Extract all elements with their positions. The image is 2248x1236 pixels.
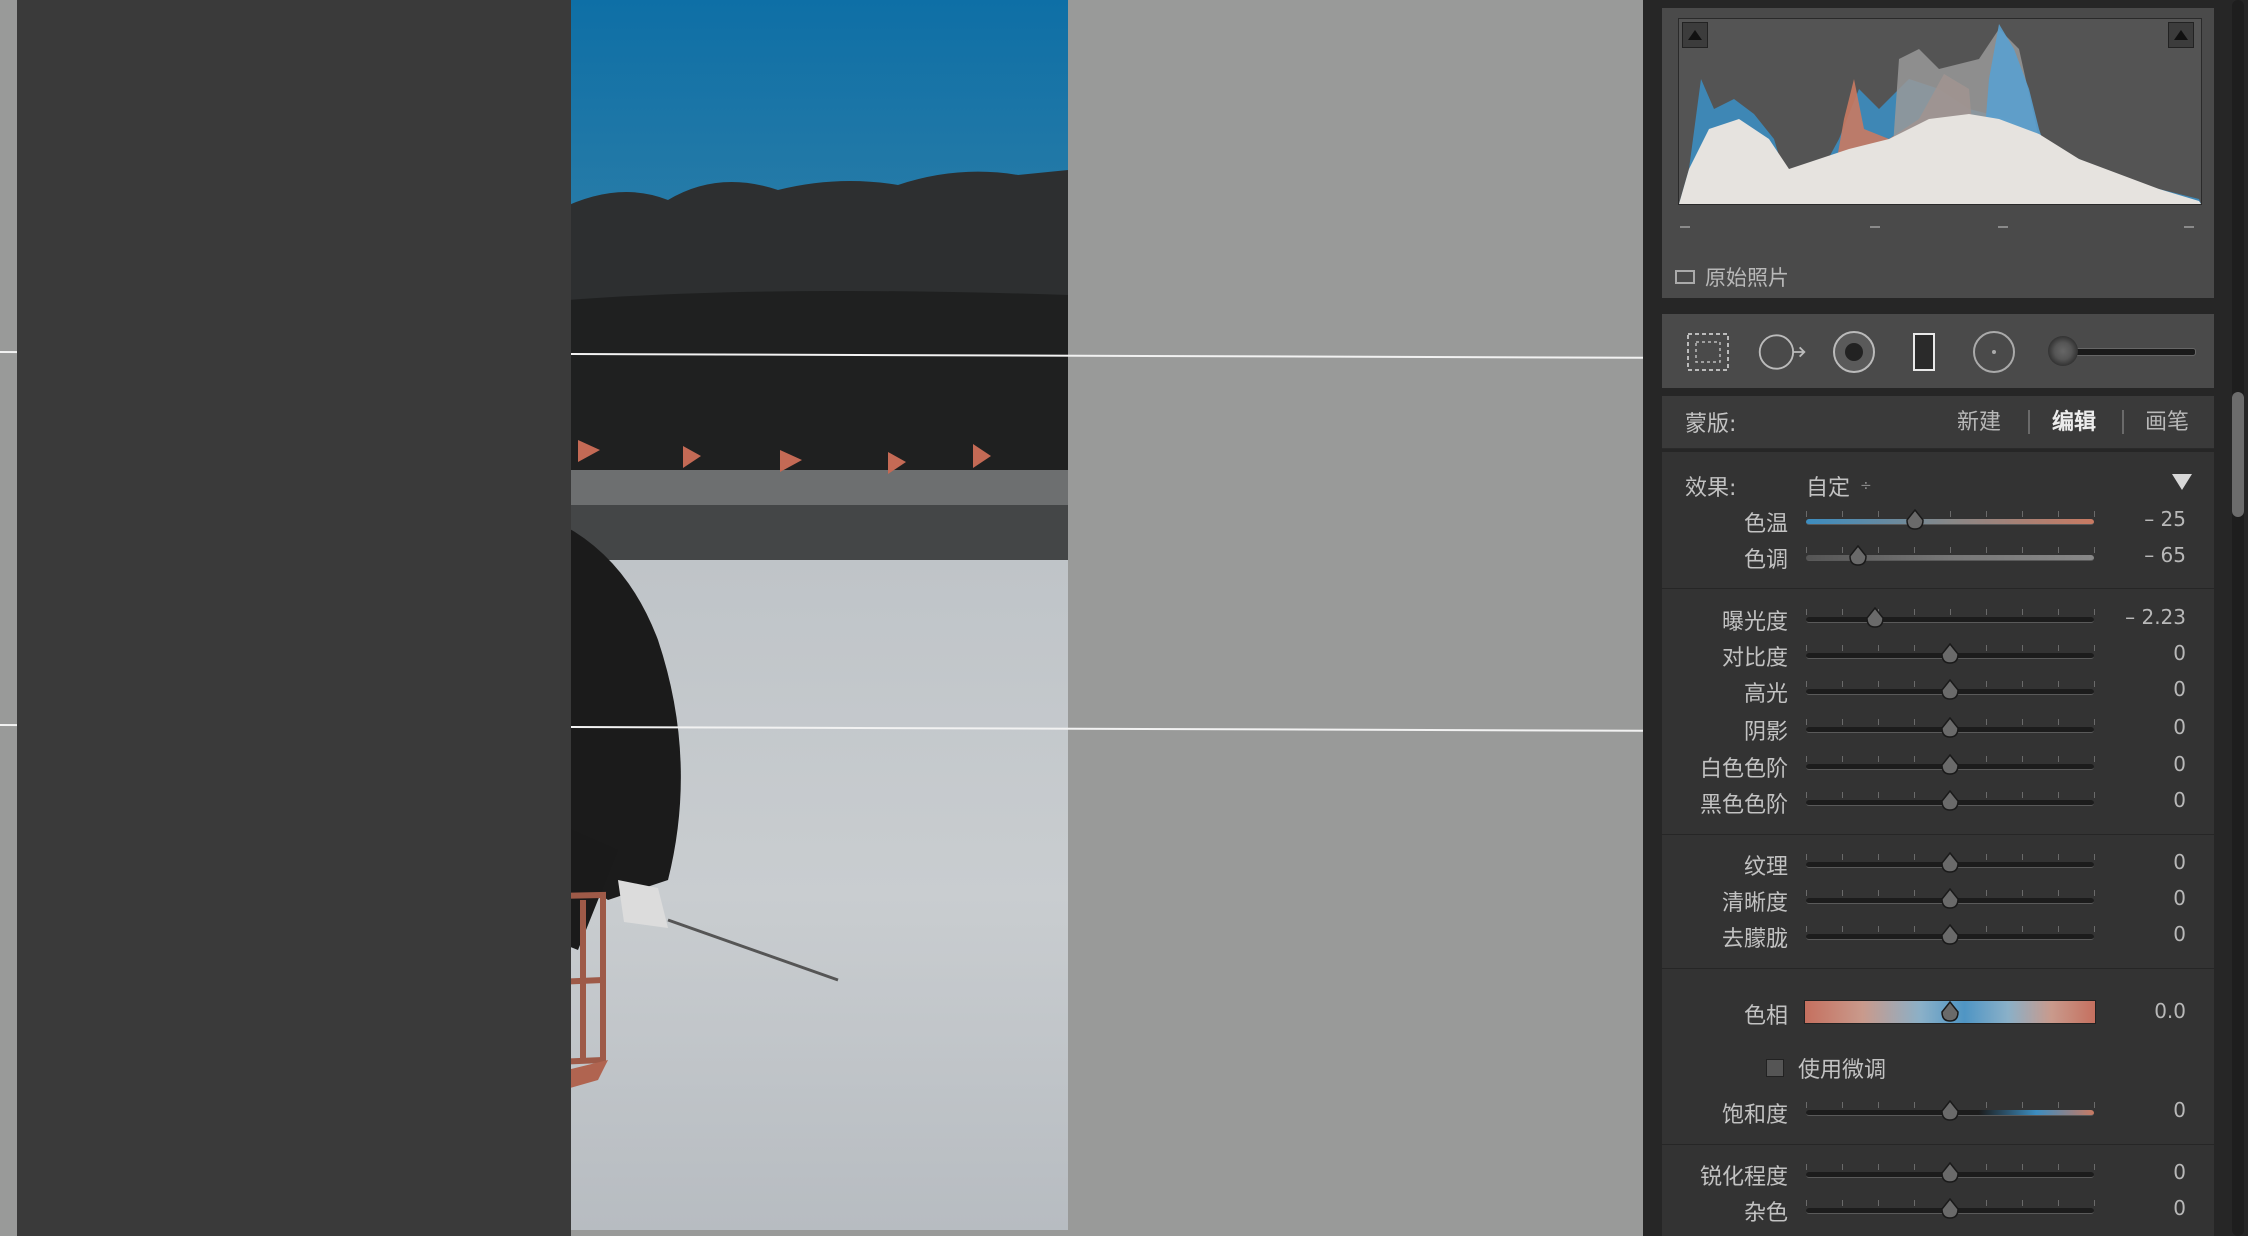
section-divider xyxy=(1662,588,2214,589)
contrast-label: 对比度 xyxy=(1721,646,1788,671)
crop-overlay-icon xyxy=(1687,333,1729,371)
shadow-clipping-button[interactable] xyxy=(1682,22,1708,48)
whites-label: 白色色阶 xyxy=(1699,757,1788,782)
red-eye-tool[interactable] xyxy=(1828,326,1880,378)
radial-filter-icon xyxy=(1973,331,2015,373)
exposure-label: 曝光度 xyxy=(1721,610,1788,635)
temp-slider-track[interactable] xyxy=(1806,519,2094,525)
histogram[interactable] xyxy=(1678,18,2202,205)
highlights-slider-knob[interactable] xyxy=(1940,679,1960,701)
spot-removal-tool[interactable] xyxy=(1756,326,1808,378)
exposure-slider-knob[interactable] xyxy=(1865,607,1885,629)
blacks-slider-knob[interactable] xyxy=(1940,790,1960,812)
dehaze-value[interactable]: 0 xyxy=(2086,922,2186,946)
fine-tune-checkbox[interactable] xyxy=(1766,1059,1784,1077)
radial-filter-tool[interactable] xyxy=(1968,326,2020,378)
mask-brush-button[interactable]: 画笔 xyxy=(2145,404,2189,436)
mask-new-button[interactable]: 新建 xyxy=(1957,404,2001,436)
whites-slider-knob[interactable] xyxy=(1940,754,1960,776)
clarity-slider-knob[interactable] xyxy=(1940,888,1960,910)
saturation-slider-knob[interactable] xyxy=(1940,1100,1960,1122)
panel-scrollbar[interactable] xyxy=(2232,0,2244,1236)
graduated-filter-tool[interactable] xyxy=(1898,326,1950,378)
saturation-label: 饱和度 xyxy=(1721,1103,1788,1128)
noise-label: 杂色 xyxy=(1743,1201,1788,1226)
highlights-value[interactable]: 0 xyxy=(2086,677,2186,701)
exposure-slider-ticks xyxy=(1806,609,2095,615)
tint-label: 色调 xyxy=(1743,548,1788,573)
sharpness-label: 锐化程度 xyxy=(1699,1165,1788,1190)
dehaze-label: 去朦胧 xyxy=(1721,927,1788,952)
effect-label: 效果: xyxy=(1685,476,1737,501)
sharpness-slider-knob[interactable] xyxy=(1940,1162,1960,1184)
shadows-slider-knob[interactable] xyxy=(1940,717,1960,739)
brush-size-slider-track[interactable] xyxy=(2064,348,2196,356)
shadows-value[interactable]: 0 xyxy=(2086,715,2186,739)
fine-tune-toggle[interactable]: 使用微调 xyxy=(1766,1052,1886,1084)
temp-label: 色温 xyxy=(1743,512,1788,537)
texture-slider-knob[interactable] xyxy=(1940,852,1960,874)
exposure-value[interactable]: – 2.23 xyxy=(2086,605,2186,629)
blacks-label: 黑色色阶 xyxy=(1699,793,1788,818)
fine-tune-label: 使用微调 xyxy=(1798,1058,1887,1083)
histogram-tick xyxy=(1998,226,2008,228)
brush-size-slider-knob[interactable] xyxy=(2048,336,2078,366)
effect-preset-stepper-icon: ÷ xyxy=(1860,478,1872,494)
histogram-tick xyxy=(1680,226,1690,228)
clarity-value[interactable]: 0 xyxy=(2086,886,2186,910)
red-eye-icon xyxy=(1833,331,1875,373)
original-photo-label: 原始照片 xyxy=(1705,266,1789,290)
noise-slider-knob[interactable] xyxy=(1940,1198,1960,1220)
exposure-slider-track[interactable] xyxy=(1806,617,2094,623)
develop-panel-body xyxy=(17,0,571,1236)
histogram-tick xyxy=(1870,226,1880,228)
collapse-arrow-icon[interactable] xyxy=(2172,474,2192,490)
original-photo-toggle[interactable]: 原始照片 xyxy=(1675,262,1789,292)
tint-slider-knob[interactable] xyxy=(1848,545,1868,567)
noise-value[interactable]: 0 xyxy=(2086,1196,2186,1220)
panel-scrollbar-thumb[interactable] xyxy=(2232,392,2244,517)
effect-preset-value: 自定 xyxy=(1806,476,1851,501)
mask-header xyxy=(1662,396,2214,449)
mask-separator xyxy=(2028,410,2030,434)
contrast-value[interactable]: 0 xyxy=(2086,641,2186,665)
whites-value[interactable]: 0 xyxy=(2086,752,2186,776)
mask-separator xyxy=(2122,410,2124,434)
spot-removal-icon xyxy=(1758,334,1806,370)
graduated-filter-icon xyxy=(1913,333,1935,371)
hue-label: 色相 xyxy=(1743,1004,1788,1029)
section-divider xyxy=(1662,968,2214,969)
contrast-slider-knob[interactable] xyxy=(1940,643,1960,665)
saturation-value[interactable]: 0 xyxy=(2086,1098,2186,1122)
temp-slider-knob[interactable] xyxy=(1905,509,1925,531)
hue-slider-knob[interactable] xyxy=(1940,1001,1960,1023)
blacks-value[interactable]: 0 xyxy=(2086,788,2186,812)
hue-value[interactable]: 0.0 xyxy=(2086,999,2186,1023)
temp-value[interactable]: – 25 xyxy=(2086,507,2186,531)
clarity-label: 清晰度 xyxy=(1721,891,1788,916)
texture-value[interactable]: 0 xyxy=(2086,850,2186,874)
mask-label: 蒙版: xyxy=(1685,412,1737,437)
original-photo-checkbox[interactable] xyxy=(1675,270,1695,284)
effect-preset-select[interactable]: 自定 ÷ xyxy=(1806,470,1872,502)
temp-slider-ticks xyxy=(1806,511,2095,517)
sharpness-value[interactable]: 0 xyxy=(2086,1160,2186,1184)
shadows-label: 阴影 xyxy=(1743,720,1788,745)
texture-label: 纹理 xyxy=(1743,855,1788,880)
section-divider xyxy=(1662,834,2214,835)
tint-value[interactable]: – 65 xyxy=(2086,543,2186,567)
section-divider xyxy=(1662,1144,2214,1145)
mask-edit-button[interactable]: 编辑 xyxy=(2052,404,2096,436)
dehaze-slider-knob[interactable] xyxy=(1940,924,1960,946)
highlight-clipping-button[interactable] xyxy=(2168,22,2194,48)
crop-tool[interactable] xyxy=(1682,326,1734,378)
highlights-label: 高光 xyxy=(1743,682,1788,707)
histogram-tick xyxy=(2184,226,2194,228)
